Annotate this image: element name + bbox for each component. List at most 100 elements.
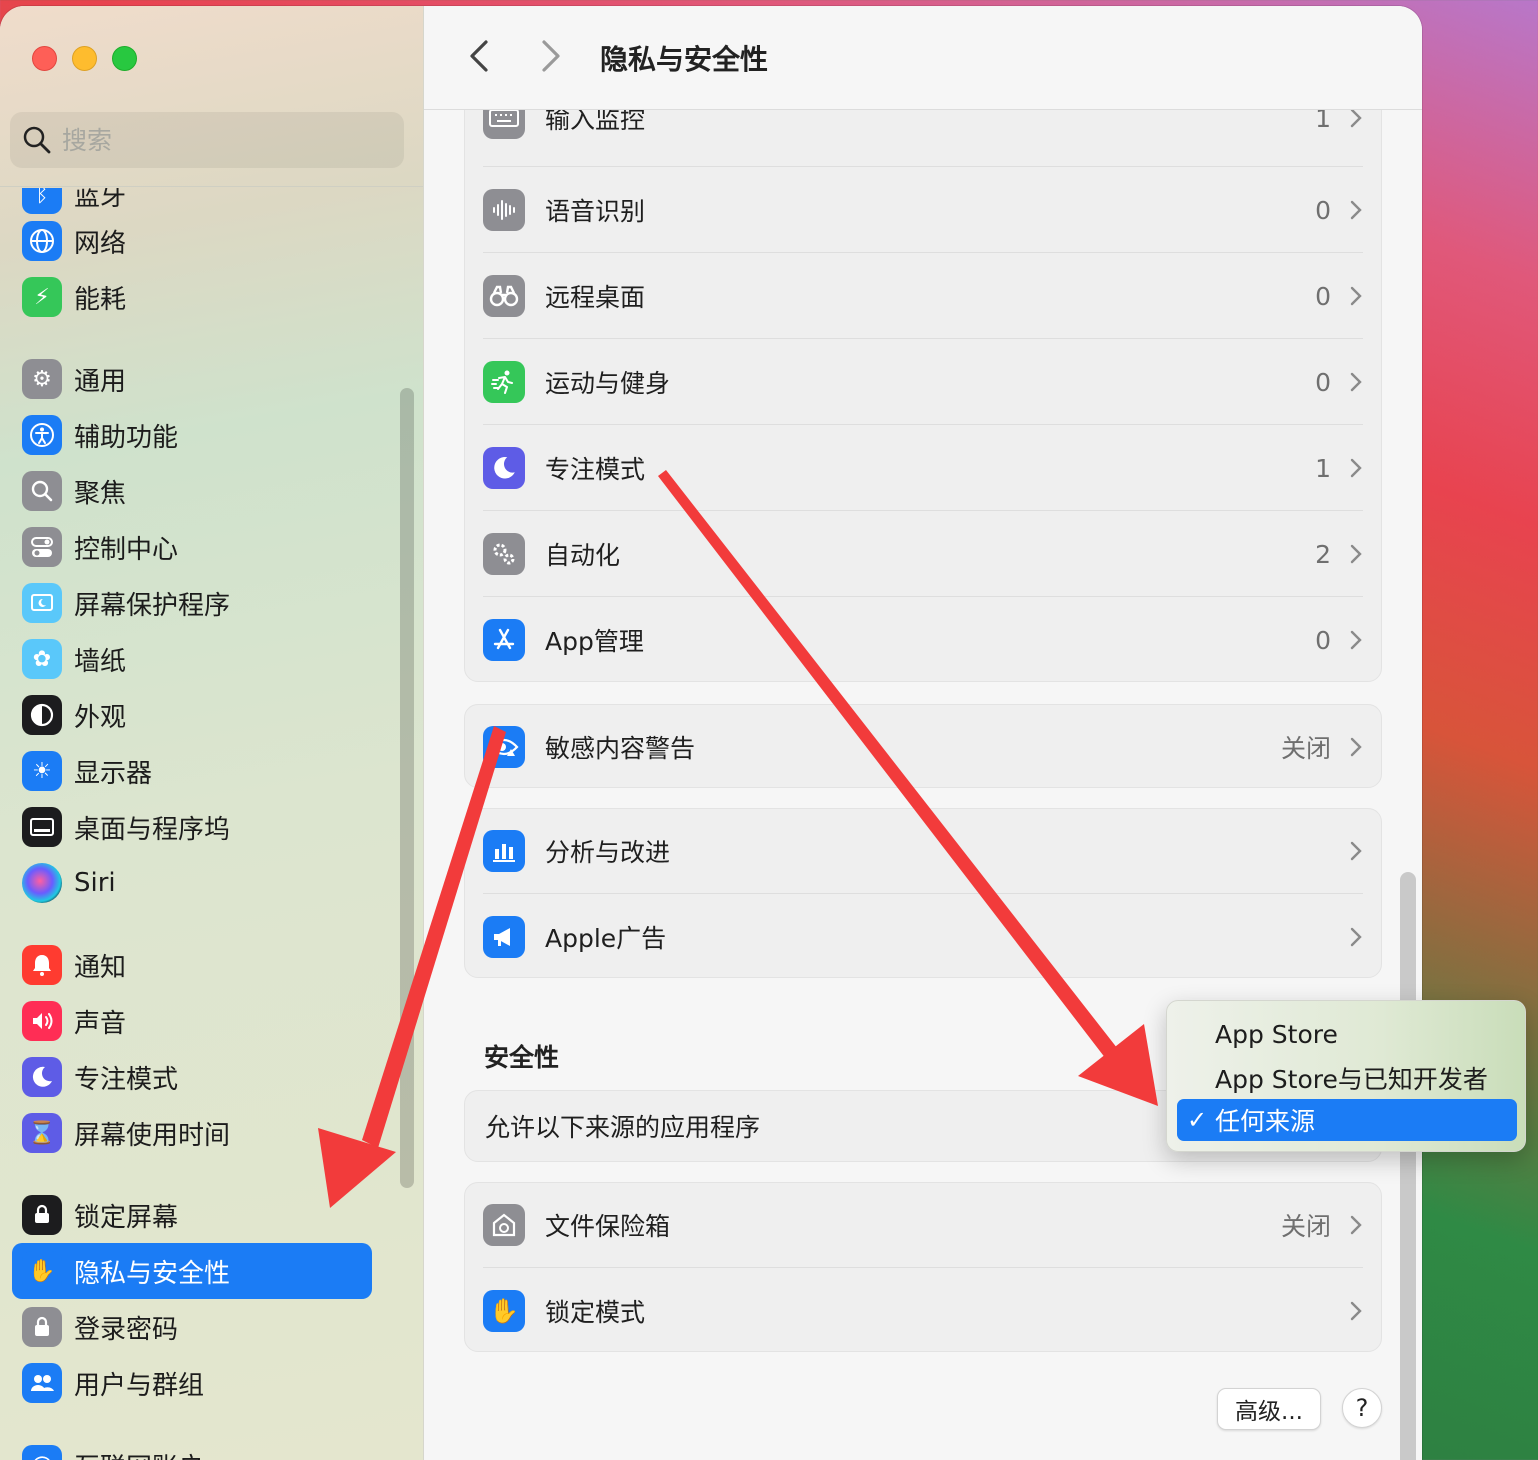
sidebar-item-control-center[interactable]: 控制中心 (12, 519, 372, 575)
keyboard-icon (483, 110, 525, 139)
page-title: 隐私与安全性 (600, 43, 769, 76)
sidebar-item-screen-time[interactable]: ⌛ 屏幕使用时间 (12, 1105, 372, 1161)
dropdown-option-app-store-developers[interactable]: App Store与已知开发者 (1177, 1057, 1517, 1099)
moon-icon (22, 1057, 62, 1097)
siri-icon (22, 863, 62, 903)
window-controls (32, 46, 137, 71)
main-scrollbar[interactable] (1400, 872, 1416, 1460)
sidebar-item-privacy-security[interactable]: ✋ 隐私与安全性 (12, 1243, 372, 1299)
sidebar-item-accessibility[interactable]: 辅助功能 (12, 407, 372, 463)
gears-icon (483, 533, 525, 575)
chevron-right-icon (1350, 372, 1362, 392)
dropdown-option-anywhere[interactable]: ✓ 任何来源 (1177, 1099, 1517, 1141)
sidebar-item-screensaver[interactable]: 屏幕保护程序 (12, 575, 372, 631)
sidebar-item-network[interactable]: 网络 (12, 213, 372, 269)
sidebar-item-wallpaper[interactable]: ✿ 墙纸 (12, 631, 372, 687)
sidebar-item-users-groups[interactable]: 用户与群组 (12, 1355, 372, 1411)
sidebar-list: ᛒ 蓝牙 网络 ⚡ 能耗 ⚙ 通用 辅助功能 聚焦 控制中心 屏幕保护程序 ✿ … (0, 188, 423, 1460)
sidebar-item-appearance[interactable]: 外观 (12, 687, 372, 743)
chevron-right-icon (1350, 927, 1362, 947)
search-input[interactable] (62, 125, 362, 155)
bluetooth-icon: ᛒ (22, 188, 62, 214)
toolbar: 隐私与安全性 (424, 6, 1422, 110)
row-remote-desktop[interactable]: 远程桌面 0 (465, 253, 1383, 339)
search-box[interactable] (10, 112, 404, 168)
chevron-right-icon (1350, 286, 1362, 306)
row-automation[interactable]: 自动化 2 (465, 511, 1383, 597)
row-motion-fitness[interactable]: 运动与健身 0 (465, 339, 1383, 425)
main-content: 输入监控 1 语音识别 0 远程桌面 0 运动与健身 0 专注模式 1 自动化 … (424, 110, 1422, 1460)
chevron-right-icon (1350, 1301, 1362, 1321)
sidebar-item-desktop-dock[interactable]: 桌面与程序坞 (12, 799, 372, 855)
sidebar-item-focus[interactable]: 专注模式 (12, 1049, 372, 1105)
sidebar-item-displays[interactable]: ☀ 显示器 (12, 743, 372, 799)
row-sensitive-content-warning[interactable]: 敏感内容警告 关闭 (465, 704, 1383, 790)
sidebar-item-spotlight[interactable]: 聚焦 (12, 463, 372, 519)
row-app-management[interactable]: App管理 0 (465, 597, 1383, 683)
back-chevron-icon[interactable] (464, 36, 494, 76)
sidebar-item-login-password[interactable]: 登录密码 (12, 1299, 372, 1355)
analytics-card: 分析与改进 Apple广告 (464, 808, 1382, 978)
magnifier-icon (22, 471, 62, 511)
forward-chevron-icon[interactable] (536, 36, 566, 76)
row-apple-advertising[interactable]: Apple广告 (465, 894, 1383, 980)
row-analytics-improvements[interactable]: 分析与改进 (465, 808, 1383, 894)
chart-icon (483, 830, 525, 872)
security-section-title: 安全性 (484, 1043, 560, 1072)
dropdown-option-app-store[interactable]: App Store (1177, 1013, 1517, 1055)
close-window-button[interactable] (32, 46, 57, 71)
padlock-icon (22, 1307, 62, 1347)
sidebar-item-siri[interactable]: Siri (12, 855, 372, 911)
search-icon (23, 126, 51, 154)
vault-icon (483, 1204, 525, 1246)
zoom-window-button[interactable] (112, 46, 137, 71)
sensitive-content-card: 敏感内容警告 关闭 (464, 704, 1382, 788)
row-filevault[interactable]: 文件保险箱 关闭 (465, 1182, 1383, 1268)
settings-window: ᛒ 蓝牙 网络 ⚡ 能耗 ⚙ 通用 辅助功能 (0, 6, 1422, 1460)
at-icon: @ (22, 1445, 62, 1460)
allow-apps-dropdown-menu: App Store App Store与已知开发者 ✓ 任何来源 (1166, 1000, 1526, 1152)
chevron-right-icon (1350, 737, 1362, 757)
speaker-icon (22, 1001, 62, 1041)
chevron-right-icon (1350, 841, 1362, 861)
chevron-right-icon (1350, 544, 1362, 564)
accessibility-icon (22, 415, 62, 455)
chevron-right-icon (1350, 458, 1362, 478)
bolt-icon: ⚡ (22, 277, 62, 317)
binoculars-icon (483, 275, 525, 317)
bell-icon (22, 945, 62, 985)
appearance-icon (22, 695, 62, 735)
users-icon (22, 1363, 62, 1403)
sidebar-item-notifications[interactable]: 通知 (12, 937, 372, 993)
advanced-button[interactable]: 高级... (1217, 1388, 1321, 1430)
sidebar-item-internet-accounts[interactable]: @ 互联网账户 (12, 1437, 372, 1460)
sidebar: ᛒ 蓝牙 网络 ⚡ 能耗 ⚙ 通用 辅助功能 (0, 6, 424, 1460)
toggles-icon (22, 527, 62, 567)
sidebar-item-battery[interactable]: ⚡ 能耗 (12, 269, 372, 325)
globe-icon (22, 221, 62, 261)
hourglass-icon: ⌛ (22, 1113, 62, 1153)
sidebar-divider (0, 186, 423, 187)
help-button[interactable]: ? (1342, 1388, 1382, 1428)
flower-icon: ✿ (22, 639, 62, 679)
gear-icon: ⚙ (22, 359, 62, 399)
megaphone-icon (483, 916, 525, 958)
row-focus[interactable]: 专注模式 1 (465, 425, 1383, 511)
sidebar-item-lock-screen[interactable]: 锁定屏幕 (12, 1187, 372, 1243)
moon-icon (483, 447, 525, 489)
hand-icon: ✋ (483, 1290, 525, 1332)
row-input-monitoring[interactable]: 输入监控 1 (465, 110, 1383, 161)
row-speech-recognition[interactable]: 语音识别 0 (465, 167, 1383, 253)
appstore-icon (483, 619, 525, 661)
dock-icon (22, 807, 62, 847)
sidebar-scrollbar[interactable] (400, 388, 414, 1188)
screensaver-icon (22, 583, 62, 623)
chevron-right-icon (1350, 1215, 1362, 1235)
chevron-right-icon (1350, 200, 1362, 220)
security-card: 文件保险箱 关闭 ✋ 锁定模式 (464, 1182, 1382, 1352)
sidebar-item-general[interactable]: ⚙ 通用 (12, 351, 372, 407)
chevron-right-icon (1350, 630, 1362, 650)
sidebar-item-sound[interactable]: 声音 (12, 993, 372, 1049)
row-lockdown-mode[interactable]: ✋ 锁定模式 (465, 1268, 1383, 1354)
minimize-window-button[interactable] (72, 46, 97, 71)
